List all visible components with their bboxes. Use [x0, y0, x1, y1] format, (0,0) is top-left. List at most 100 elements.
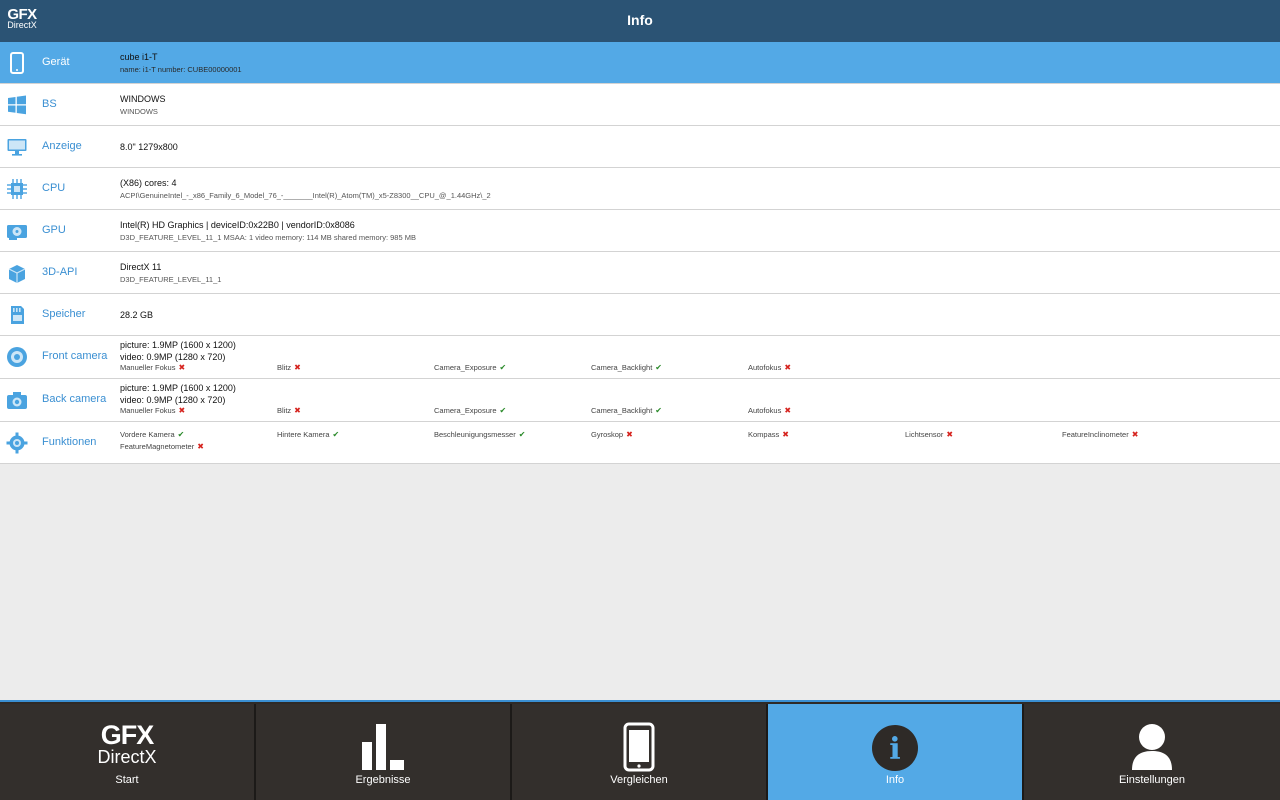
cross-icon: ✖ [197, 442, 204, 451]
check-icon: ✔ [499, 406, 507, 415]
row-value: DirectX 11 [120, 262, 162, 272]
row-content: (X86) cores: 4 ACPI\GenuineIntel_-_x86_F… [120, 178, 491, 201]
info-glyph: i [889, 732, 900, 767]
row-device[interactable]: Gerät cube i1-T name: i1-T number: CUBE0… [0, 42, 1280, 84]
nav-compare[interactable]: Vergleichen [512, 704, 766, 800]
row-3d-api[interactable]: 3D-API DirectX 11 D3D_FEATURE_LEVEL_11_1 [0, 252, 1280, 294]
row-content: 28.2 GB [120, 310, 153, 322]
feature-item: Autofokus ✖ [748, 406, 791, 415]
row-detail: D3D_FEATURE_LEVEL_11_1 [120, 274, 222, 284]
nav-label: Start [115, 774, 139, 786]
row-features[interactable]: Funktionen Vordere Kamera ✔ Hintere Kamer… [0, 422, 1280, 464]
row-label: Back camera [42, 393, 107, 405]
row-detail: WINDOWS [120, 106, 158, 116]
row-gpu[interactable]: GPU Intel(R) HD Graphics | deviceID:0x22… [0, 210, 1280, 252]
gpu-icon [7, 225, 27, 240]
row-label: Anzeige [42, 140, 82, 152]
feature-item: Camera_Backlight ✔ [591, 363, 662, 372]
phone-icon [623, 722, 655, 772]
row-os[interactable]: BS WINDOWS WINDOWS [0, 84, 1280, 126]
cross-icon: ✖ [946, 430, 954, 439]
feature-item: Autofokus ✖ [748, 363, 791, 372]
row-label: Front camera [42, 350, 108, 362]
sd-card-icon [11, 306, 24, 324]
cross-icon: ✖ [782, 430, 789, 439]
feature-item: Lichtsensor ✖ [905, 430, 953, 439]
check-icon: ✔ [655, 406, 662, 415]
cpu-icon [7, 179, 27, 199]
feature-item: Camera_Backlight ✔ [591, 406, 662, 415]
feature-name: Camera_Exposure [434, 406, 497, 415]
feature-name: Beschleunigungsmesser [434, 430, 516, 439]
cross-icon: ✖ [784, 363, 792, 372]
feature-name: Camera_Backlight [591, 363, 653, 372]
feature-name: Blitz [277, 363, 292, 372]
nav-settings[interactable]: Einstellungen [1024, 704, 1280, 800]
row-label: CPU [42, 182, 66, 194]
row-value: (X86) cores: 4 [120, 178, 177, 188]
row-value: 28.2 GB [120, 310, 154, 320]
row-value: picture: 1.9MP (1600 x 1200) [120, 340, 236, 350]
front-camera-icon [7, 347, 27, 367]
nav-logo-top: GFX [100, 720, 155, 750]
row-detail: D3D_FEATURE_LEVEL_11_1 MSAA: 1 video mem… [120, 232, 416, 242]
nav-label: Vergleichen [610, 774, 668, 786]
nav-start[interactable]: GFX DirectX Start [0, 704, 254, 800]
feature-name: Camera_Exposure [434, 363, 497, 372]
cube-icon [8, 265, 26, 283]
row-value-2: video: 0.9MP (1280 x 720) [120, 351, 226, 362]
nav-logo-bottom: DirectX [97, 747, 157, 767]
row-content: WINDOWS WINDOWS [120, 94, 166, 117]
feature-item: Beschleunigungsmesser ✔ [434, 430, 525, 439]
bottom-nav: GFX DirectX Start Ergebnisse Vergleichen… [0, 702, 1280, 800]
nav-label: Ergebnisse [355, 774, 411, 786]
page-title: Info [627, 12, 653, 28]
row-content: Intel(R) HD Graphics | deviceID:0x22B0 |… [120, 220, 416, 243]
feature-item: Kompass ✖ [748, 430, 789, 439]
row-content: picture: 1.9MP (1600 x 1200) video: 0.9M… [120, 383, 236, 406]
row-label: 3D-API [42, 266, 78, 278]
gfx-logo-icon: GFX DirectX [87, 720, 167, 767]
nav-info[interactable]: i Info [768, 704, 1022, 800]
row-detail: ACPI\GenuineIntel_-_x86_Family_6_Model_7… [120, 190, 491, 200]
camera-icon [7, 392, 27, 409]
feature-name: Manueller Fokus [120, 406, 176, 415]
feature-item: FeatureMagnetometer ✖ [120, 442, 204, 451]
feature-name: Hintere Kamera [277, 430, 330, 439]
row-label: Gerät [42, 56, 70, 68]
feature-name: Kompass [748, 430, 780, 439]
feature-item: Camera_Exposure ✔ [434, 406, 506, 415]
tablet-icon [10, 52, 24, 74]
cross-icon: ✖ [178, 363, 186, 372]
row-content: 8.0" 1279x800 [120, 142, 178, 154]
feature-item: Manueller Fokus ✖ [120, 363, 185, 372]
row-label: Speicher [42, 308, 86, 320]
feature-name: Manueller Fokus [120, 363, 176, 372]
nav-label: Einstellungen [1118, 774, 1186, 786]
check-icon: ✔ [177, 430, 185, 439]
row-display[interactable]: Anzeige 8.0" 1279x800 [0, 126, 1280, 168]
row-back-camera[interactable]: Back camera picture: 1.9MP (1600 x 1200)… [0, 379, 1280, 422]
feature-name: Blitz [277, 406, 292, 415]
row-value: 8.0" 1279x800 [120, 142, 178, 152]
feature-item: Blitz ✖ [277, 406, 301, 415]
row-cpu[interactable]: CPU (X86) cores: 4 ACPI\GenuineIntel_-_x… [0, 168, 1280, 210]
feature-name: FeatureMagnetometer [120, 442, 195, 451]
feature-name: Gyroskop [591, 430, 624, 439]
nav-results[interactable]: Ergebnisse [256, 704, 510, 800]
row-label: GPU [42, 224, 66, 236]
row-storage[interactable]: Speicher 28.2 GB [0, 294, 1280, 336]
windows-icon [8, 95, 26, 115]
bar-chart-icon [362, 724, 404, 770]
row-front-camera[interactable]: Front camera picture: 1.9MP (1600 x 1200… [0, 336, 1280, 379]
feature-item: FeatureInclinometer ✖ [1062, 430, 1138, 439]
feature-item: Hintere Kamera ✔ [277, 430, 339, 439]
check-icon: ✔ [518, 430, 526, 439]
feature-name: Autofokus [748, 406, 782, 415]
nav-label: Info [885, 774, 905, 786]
title-bar: GFX DirectX Info [0, 0, 1280, 42]
feature-name: Lichtsensor [905, 430, 944, 439]
row-label: BS [42, 98, 57, 110]
cross-icon: ✖ [626, 430, 633, 439]
monitor-icon [7, 139, 27, 156]
